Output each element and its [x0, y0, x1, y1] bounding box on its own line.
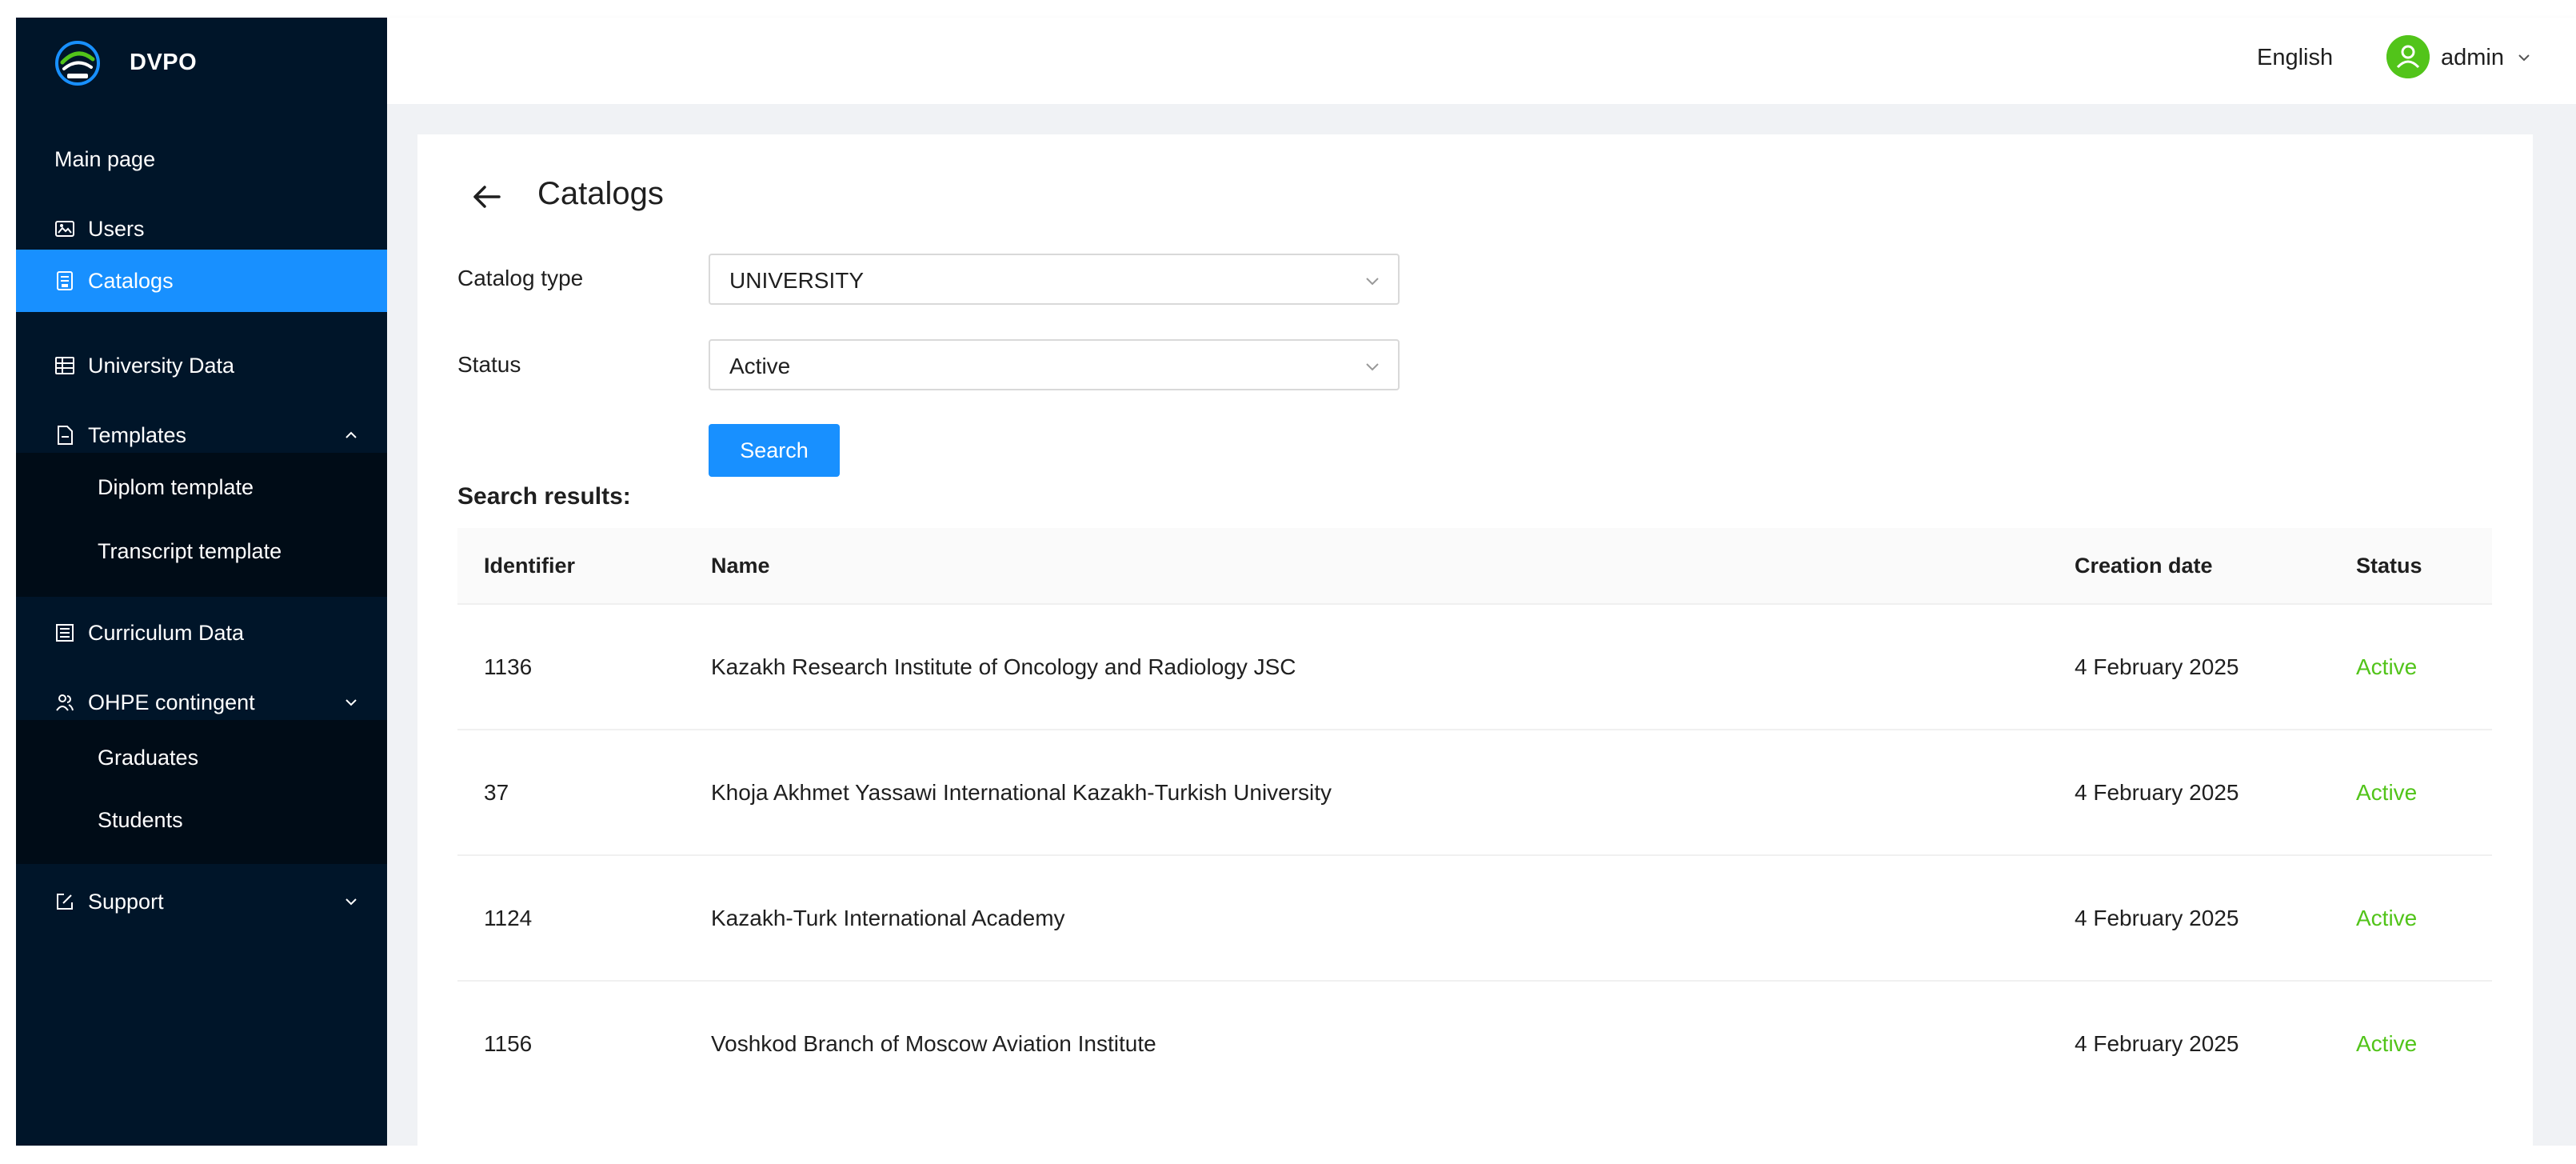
sidebar-item-label: Transcript template	[98, 538, 282, 563]
cell-name: Kazakh Research Institute of Oncology an…	[711, 654, 1296, 679]
sidebar-item-label: Users	[88, 216, 145, 241]
cell-name: Khoja Akhmet Yassawi International Kazak…	[711, 780, 1332, 805]
sidebar-item-support[interactable]: Support	[16, 870, 387, 933]
column-header-name[interactable]: Name	[711, 554, 770, 578]
edit-icon	[57, 894, 73, 910]
cell-identifier: 37	[484, 780, 509, 805]
table-row[interactable]: 1156 Voshkod Branch of Moscow Aviation I…	[457, 982, 2492, 1107]
table-row[interactable]: 37 Khoja Akhmet Yassawi International Ka…	[457, 730, 2492, 856]
back-arrow-icon[interactable]	[469, 179, 504, 214]
cell-name: Kazakh-Turk International Academy	[711, 906, 1065, 930]
user-avatar-icon[interactable]	[2386, 35, 2430, 78]
chevron-down-icon	[345, 699, 357, 706]
catalog-type-select[interactable]: UNIVERSITY	[709, 254, 1400, 305]
file-icon	[58, 426, 73, 445]
cell-creation-date: 4 February 2025	[2075, 780, 2239, 805]
page-title: Catalogs	[537, 176, 664, 211]
sidebar-item-label: Main page	[54, 146, 156, 171]
sidebar-item-diplom-template[interactable]: Diplom template	[16, 456, 387, 518]
table-row[interactable]: 1136 Kazakh Research Institute of Oncolo…	[457, 605, 2492, 730]
brand[interactable]: DVPO	[16, 18, 387, 106]
search-button[interactable]: Search	[709, 424, 840, 477]
sidebar: DVPO Main page Users Catalogs University…	[16, 18, 387, 1146]
templates-submenu: Diplom template Transcript template	[16, 453, 387, 597]
user-name[interactable]: admin	[2441, 45, 2504, 71]
status-label: Status	[457, 352, 521, 377]
building-icon	[56, 624, 74, 642]
column-header-identifier[interactable]: Identifier	[484, 554, 575, 578]
sidebar-item-label: Templates	[88, 422, 187, 447]
chevron-down-icon[interactable]	[2516, 50, 2532, 66]
sidebar-item-catalogs[interactable]: Catalogs	[16, 250, 387, 312]
sidebar-item-label: Graduates	[98, 745, 199, 770]
sidebar-item-main-page[interactable]: Main page	[16, 128, 387, 190]
status-select[interactable]: Active	[709, 339, 1400, 390]
cell-identifier: 1156	[484, 1031, 533, 1056]
chevron-up-icon	[345, 431, 357, 438]
ohpe-submenu: Graduates Students	[16, 720, 387, 864]
picture-icon	[55, 221, 74, 237]
cell-name: Voshkod Branch of Moscow Aviation Instit…	[711, 1031, 1156, 1056]
brand-name: DVPO	[130, 50, 198, 75]
sidebar-item-label: Diplom template	[98, 474, 254, 499]
cell-status: Active	[2356, 906, 2418, 930]
cell-creation-date: 4 February 2025	[2075, 1031, 2239, 1056]
column-header-status[interactable]: Status	[2356, 554, 2422, 578]
sidebar-item-curriculum-data[interactable]: Curriculum Data	[16, 602, 387, 664]
table-icon	[55, 357, 74, 374]
sidebar-item-label: OHPE contingent	[88, 690, 255, 714]
sidebar-item-label: Catalogs	[88, 268, 174, 293]
sidebar-item-label: Support	[88, 889, 164, 914]
catalog-type-label: Catalog type	[457, 266, 584, 290]
language-switcher[interactable]: English	[2257, 45, 2333, 71]
sidebar-item-graduates[interactable]: Graduates	[16, 726, 387, 789]
table-header: Identifier Name Creation date Status	[457, 528, 2492, 605]
catalog-type-value: UNIVERSITY	[729, 268, 865, 293]
cell-status: Active	[2356, 1031, 2418, 1056]
cell-status: Active	[2356, 780, 2418, 805]
cell-status: Active	[2356, 654, 2418, 679]
cell-creation-date: 4 February 2025	[2075, 654, 2239, 679]
sidebar-item-students[interactable]: Students	[16, 789, 387, 851]
cell-creation-date: 4 February 2025	[2075, 906, 2239, 930]
chevron-down-icon	[1366, 363, 1379, 371]
chevron-down-icon	[1366, 278, 1379, 286]
column-header-creation-date[interactable]: Creation date	[2075, 554, 2213, 578]
book-icon	[57, 271, 73, 290]
chevron-down-icon	[345, 898, 357, 906]
sidebar-item-label: Students	[98, 807, 183, 832]
table-row[interactable]: 1124 Kazakh-Turk International Academy 4…	[457, 856, 2492, 982]
top-header: English admin	[387, 18, 2576, 104]
status-value: Active	[729, 354, 791, 378]
cell-identifier: 1124	[484, 906, 533, 930]
sidebar-item-label: Curriculum Data	[88, 620, 245, 645]
search-results-label: Search results:	[457, 483, 631, 510]
dvpo-logo-icon	[55, 41, 100, 86]
sidebar-item-label: University Data	[88, 353, 235, 378]
sidebar-item-transcript-template[interactable]: Transcript template	[16, 520, 387, 582]
team-icon	[56, 694, 74, 711]
sidebar-item-university-data[interactable]: University Data	[16, 334, 387, 397]
cell-identifier: 1136	[484, 654, 533, 679]
